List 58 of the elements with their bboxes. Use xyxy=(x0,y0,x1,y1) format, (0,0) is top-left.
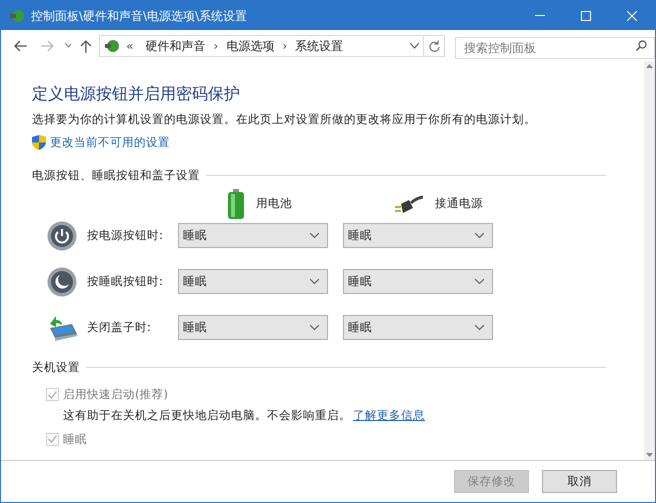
plug-icon xyxy=(393,194,423,213)
power-button-icon xyxy=(47,220,77,251)
shield-icon xyxy=(32,135,46,150)
dropdown[interactable]: 睡眠 xyxy=(178,315,328,340)
minimize-icon xyxy=(535,15,545,16)
checkbox-label: 启用快速启动(推荐) xyxy=(63,386,168,403)
dialog-button[interactable]: 取消 xyxy=(542,470,617,493)
section-title: 关机设置 xyxy=(32,358,80,376)
recent-dropdown-icon[interactable] xyxy=(64,43,72,48)
chevron-icon xyxy=(310,233,319,238)
window-title: 控制面板\硬件和声音\电源选项\系统设置 xyxy=(31,8,248,24)
breadcrumb-item[interactable]: 电源选项 xyxy=(226,36,274,54)
maximize-icon xyxy=(581,10,591,20)
chevron-icon xyxy=(475,233,484,238)
dropdown[interactable]: 睡眠 xyxy=(343,269,493,294)
dropdown-icon[interactable] xyxy=(410,42,420,48)
description-text: 选择要为你的计算机设置的电源设置。在此页上对设置所做的更改将应用于你所有的电源计划。 xyxy=(32,111,537,128)
refresh-icon xyxy=(428,40,440,52)
search-field[interactable]: 搜索控制面板 xyxy=(454,36,655,58)
power-options-icon xyxy=(9,8,25,24)
dropdown[interactable]: 睡眠 xyxy=(178,269,328,294)
row-label: 按电源按钮时: xyxy=(87,227,164,244)
check-icon xyxy=(48,390,57,399)
section-title: 电源按钮、睡眠按钮和盖子设置 xyxy=(32,166,200,184)
dropdown[interactable]: 睡眠 xyxy=(343,315,493,340)
admin-settings-link[interactable]: 更改当前不可用的设置 xyxy=(50,134,170,152)
close-icon xyxy=(627,10,637,20)
back-arrow-icon[interactable] xyxy=(13,40,27,52)
option-description: 这有助于在关机之后更快地启动电脑。不会影响重启。 xyxy=(63,407,351,424)
dropdown[interactable]: 睡眠 xyxy=(343,223,493,248)
checkbox-label: 睡眠 xyxy=(63,430,87,448)
breadcrumb-item[interactable]: 系统设置 xyxy=(295,36,344,54)
chevron-icon xyxy=(475,325,484,330)
column-label: 接通电源 xyxy=(435,195,483,212)
page-heading: 定义电源按钮并启用密码保护 xyxy=(32,83,241,105)
battery-icon xyxy=(228,188,244,219)
dialog-button: 保存修改 xyxy=(454,470,529,493)
row-label: 按睡眠按钮时: xyxy=(87,273,164,290)
search-icon xyxy=(636,40,647,50)
power-options-icon xyxy=(104,38,120,54)
breadcrumb-separator: › xyxy=(282,38,288,54)
sleep-button-icon xyxy=(47,266,77,297)
breadcrumb-separator: › xyxy=(214,38,218,54)
up-arrow-icon[interactable] xyxy=(80,38,92,52)
breadcrumb-overflow[interactable]: « xyxy=(126,36,134,54)
chevron-icon xyxy=(475,279,484,284)
dropdown[interactable]: 睡眠 xyxy=(178,223,328,248)
chevron-icon xyxy=(310,325,319,330)
refresh-button[interactable] xyxy=(424,34,445,56)
scrollbar[interactable] xyxy=(644,61,655,460)
check-icon xyxy=(48,435,57,444)
breadcrumb-item[interactable]: 硬件和声音 xyxy=(146,36,206,54)
address-bar[interactable]: « 硬件和声音 › 电源选项 › 系统设置 xyxy=(99,34,424,56)
scroll-up-icon[interactable] xyxy=(646,64,653,68)
scroll-down-icon[interactable] xyxy=(646,453,653,457)
row-label: 关闭盖子时: xyxy=(87,319,152,336)
column-label: 用电池 xyxy=(256,195,292,212)
chevron-icon xyxy=(310,279,319,284)
